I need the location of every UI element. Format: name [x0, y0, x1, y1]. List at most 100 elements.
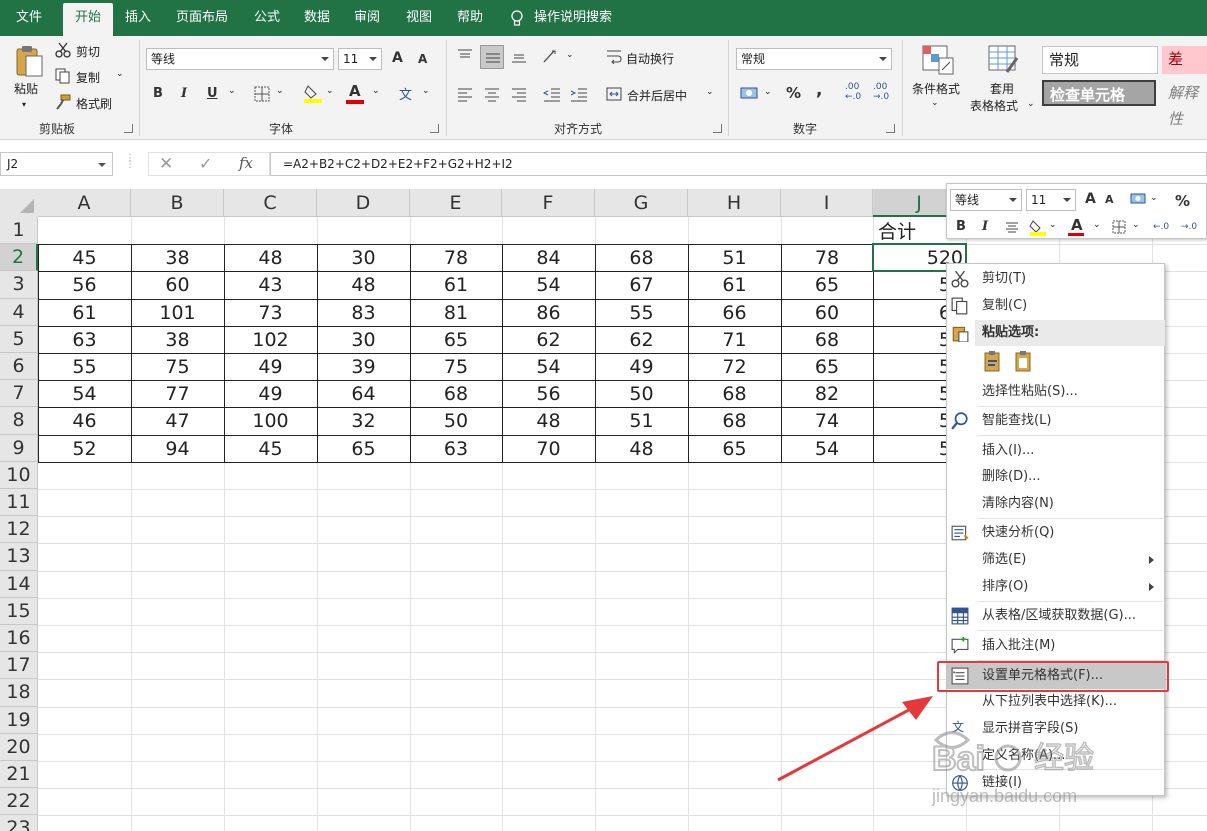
table-cell[interactable]: 62 [595, 326, 688, 353]
mini-shrink-font-button[interactable]: A [1105, 193, 1114, 206]
table-cell[interactable]: 67 [595, 271, 688, 298]
table-cell[interactable]: 94 [131, 435, 224, 462]
mini-increase-decimal-button[interactable]: ←.0 [1153, 222, 1169, 232]
table-cell[interactable]: 51 [595, 407, 688, 434]
copy-button[interactable]: 复制 [76, 69, 100, 86]
row-header-5[interactable]: 5 [0, 325, 38, 353]
mini-accounting-icon[interactable] [1130, 192, 1148, 206]
cell-style-normal[interactable]: 常规 [1042, 46, 1158, 74]
table-cell[interactable]: 47 [131, 407, 224, 434]
menu-item-filter[interactable]: 筛选(E) [947, 547, 1164, 573]
table-cell[interactable]: 54 [502, 271, 595, 298]
increase-indent-icon[interactable] [570, 88, 588, 102]
row-header-22[interactable]: 22 [0, 788, 38, 816]
cell-style-check-cell[interactable]: 检查单元格 [1042, 80, 1156, 106]
row-header-3[interactable]: 3 [0, 271, 38, 299]
conditional-dropdown-icon[interactable]: ⌄ [931, 98, 939, 108]
row-header-19[interactable]: 19 [0, 706, 38, 734]
table-cell[interactable]: 75 [131, 353, 224, 380]
table-cell[interactable]: 81 [410, 299, 502, 326]
column-header-h[interactable]: H [688, 189, 781, 217]
tab-data[interactable]: 数据 [294, 0, 340, 36]
fill-color-dropdown-icon[interactable]: ⌄ [326, 86, 334, 96]
menu-item-quick-analysis[interactable]: 快速分析(Q) [947, 520, 1164, 546]
number-format-combo[interactable]: 常规 [736, 48, 892, 70]
table-cell[interactable]: 84 [502, 244, 595, 271]
table-cell[interactable]: 65 [410, 326, 502, 353]
table-cell[interactable]: 65 [781, 353, 873, 380]
table-cell[interactable]: 101 [131, 299, 224, 326]
menu-item-insert-comment[interactable]: 插入批注(M) [947, 633, 1164, 659]
row-header-2[interactable]: 2 [0, 244, 38, 272]
menu-item-smart-lookup[interactable]: 智能查找(L) [947, 408, 1164, 434]
row-header-18[interactable]: 18 [0, 679, 38, 707]
table-cell[interactable]: 82 [781, 380, 873, 407]
table-cell[interactable]: 61 [410, 271, 502, 298]
table-cell[interactable]: 45 [224, 435, 317, 462]
fill-color-icon[interactable] [303, 83, 323, 103]
row-header-15[interactable]: 15 [0, 597, 38, 625]
align-top-icon[interactable] [457, 49, 473, 63]
tab-insert[interactable]: 插入 [116, 0, 160, 36]
mini-borders-icon[interactable] [1112, 220, 1126, 234]
table-cell[interactable]: 63 [38, 326, 131, 353]
select-all-corner[interactable] [0, 189, 38, 217]
menu-item-sort[interactable]: 排序(O) [947, 574, 1164, 600]
table-cell[interactable]: 68 [595, 244, 688, 271]
menu-item-cut[interactable]: 剪切(T) [947, 266, 1164, 292]
menu-item-clear-contents[interactable]: 清除内容(N) [947, 491, 1164, 517]
row-header-12[interactable]: 12 [0, 516, 38, 544]
align-bottom-icon[interactable] [511, 49, 527, 63]
font-launcher-icon[interactable] [430, 124, 439, 133]
table-cell[interactable]: 46 [38, 407, 131, 434]
table-cell[interactable]: 55 [38, 353, 131, 380]
formula-bar-handle-icon[interactable]: ⋮ ⋮ [125, 154, 135, 174]
table-cell[interactable]: 48 [224, 244, 317, 271]
table-cell[interactable]: 65 [688, 435, 781, 462]
table-cell[interactable]: 49 [224, 380, 317, 407]
table-cell[interactable]: 68 [688, 380, 781, 407]
tab-formulas[interactable]: 公式 [244, 0, 290, 36]
column-header-i[interactable]: I [781, 189, 873, 217]
align-right-icon[interactable] [511, 88, 527, 102]
column-header-b[interactable]: B [131, 189, 224, 217]
table-cell[interactable]: 73 [224, 299, 317, 326]
font-size-combo[interactable]: 11 [338, 48, 382, 70]
insert-function-button[interactable]: fx [239, 154, 253, 172]
table-cell[interactable]: 72 [688, 353, 781, 380]
font-color-dropdown-icon[interactable]: ⌄ [372, 86, 380, 96]
decrease-indent-icon[interactable] [543, 88, 561, 102]
row-header-4[interactable]: 4 [0, 298, 38, 326]
decrease-decimal-button[interactable]: .00 →.0 [873, 82, 889, 102]
merge-dropdown-icon[interactable]: ⌄ [706, 87, 714, 97]
row-header-11[interactable]: 11 [0, 489, 38, 517]
table-cell[interactable]: 55 [595, 299, 688, 326]
row-header-17[interactable]: 17 [0, 652, 38, 680]
table-cell[interactable]: 65 [317, 435, 410, 462]
table-cell[interactable]: 60 [781, 299, 873, 326]
row-header-7[interactable]: 7 [0, 380, 38, 408]
table-cell[interactable]: 70 [502, 435, 595, 462]
table-cell[interactable]: 38 [131, 244, 224, 271]
table-cell[interactable]: 50 [595, 380, 688, 407]
phonetic-dropdown-icon[interactable]: ⌄ [422, 86, 430, 96]
menu-item-insert[interactable]: 插入(I)... [947, 438, 1164, 464]
table-cell[interactable]: 54 [781, 435, 873, 462]
cell-style-bad[interactable]: 差 [1162, 46, 1207, 74]
table-cell[interactable]: 49 [224, 353, 317, 380]
table-cell[interactable]: 49 [595, 353, 688, 380]
table-cell[interactable]: 61 [38, 299, 131, 326]
column-header-e[interactable]: E [410, 189, 502, 217]
table-cell[interactable]: 60 [131, 271, 224, 298]
table-cell[interactable]: 52 [38, 435, 131, 462]
format-painter-button[interactable]: 格式刷 [76, 95, 112, 112]
menu-item-get-data-from-table[interactable]: 从表格/区域获取数据(G)... [947, 603, 1164, 629]
table-cell[interactable]: 50 [410, 407, 502, 434]
format-as-table-dropdown-icon[interactable]: ⌄ [1027, 99, 1035, 109]
mini-decrease-decimal-button[interactable]: →.0 [1181, 222, 1197, 232]
table-cell[interactable]: 48 [502, 407, 595, 434]
menu-item-define-name[interactable]: 定义名称(A)... [947, 743, 1164, 769]
row-header-13[interactable]: 13 [0, 543, 38, 571]
align-left-icon[interactable] [457, 88, 473, 102]
table-cell[interactable]: 30 [317, 244, 410, 271]
